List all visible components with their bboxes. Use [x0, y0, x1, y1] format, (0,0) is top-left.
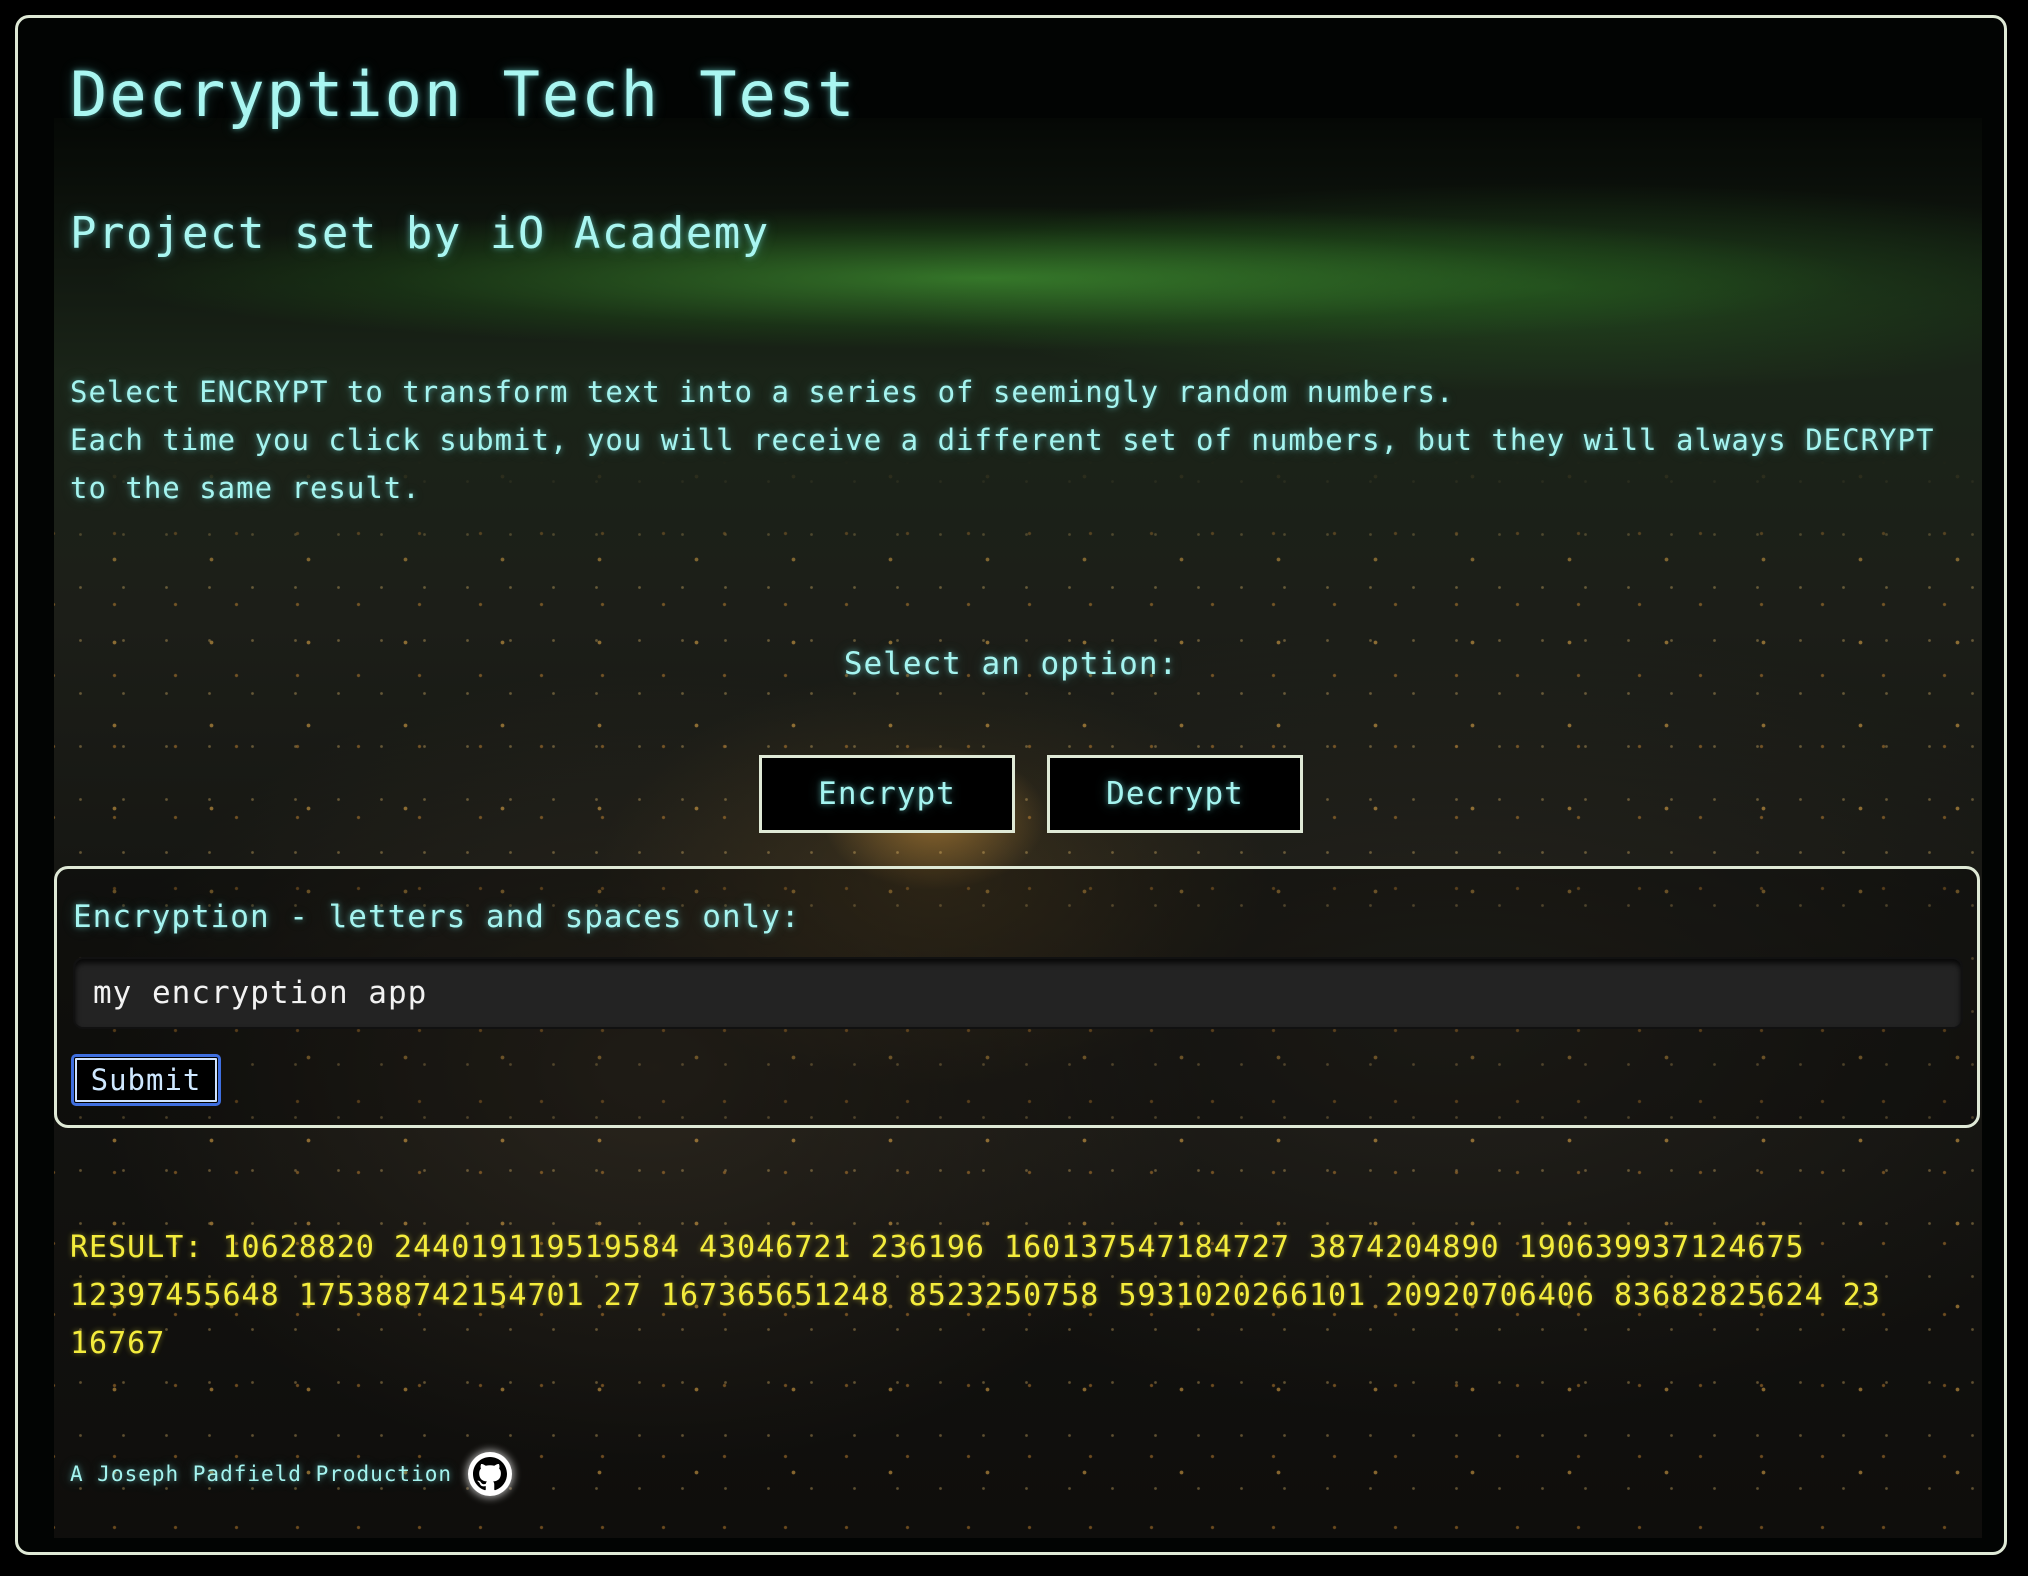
submit-button[interactable]: Submit [71, 1054, 221, 1106]
result-output: RESULT: 10628820 244019119519584 4304672… [70, 1230, 1881, 1361]
main-content: Decryption Tech Test Project set by iO A… [18, 18, 2004, 1552]
select-option-label: Select an option: [843, 646, 1179, 682]
encrypt-button[interactable]: Encrypt [759, 755, 1015, 833]
intro-line-1: Select ENCRYPT to transform text into a … [70, 375, 1455, 409]
encryption-field-label: Encryption - letters and spaces only: [73, 899, 801, 935]
intro-text: Select ENCRYPT to transform text into a … [70, 368, 1950, 512]
github-icon[interactable] [468, 1452, 513, 1496]
page-subtitle: Project set by iO Academy [70, 208, 770, 259]
footer: A Joseph Padfield Production [70, 1452, 513, 1496]
encryption-text-input[interactable] [73, 957, 1963, 1029]
app-frame: Decryption Tech Test Project set by iO A… [15, 15, 2007, 1555]
decrypt-button[interactable]: Decrypt [1047, 755, 1303, 833]
page-title: Decryption Tech Test [70, 58, 857, 131]
encryption-form: Encryption - letters and spaces only: Su… [54, 866, 1980, 1128]
footer-credit: A Joseph Padfield Production [70, 1462, 453, 1486]
intro-line-2: Each time you click submit, you will rec… [70, 423, 1935, 505]
